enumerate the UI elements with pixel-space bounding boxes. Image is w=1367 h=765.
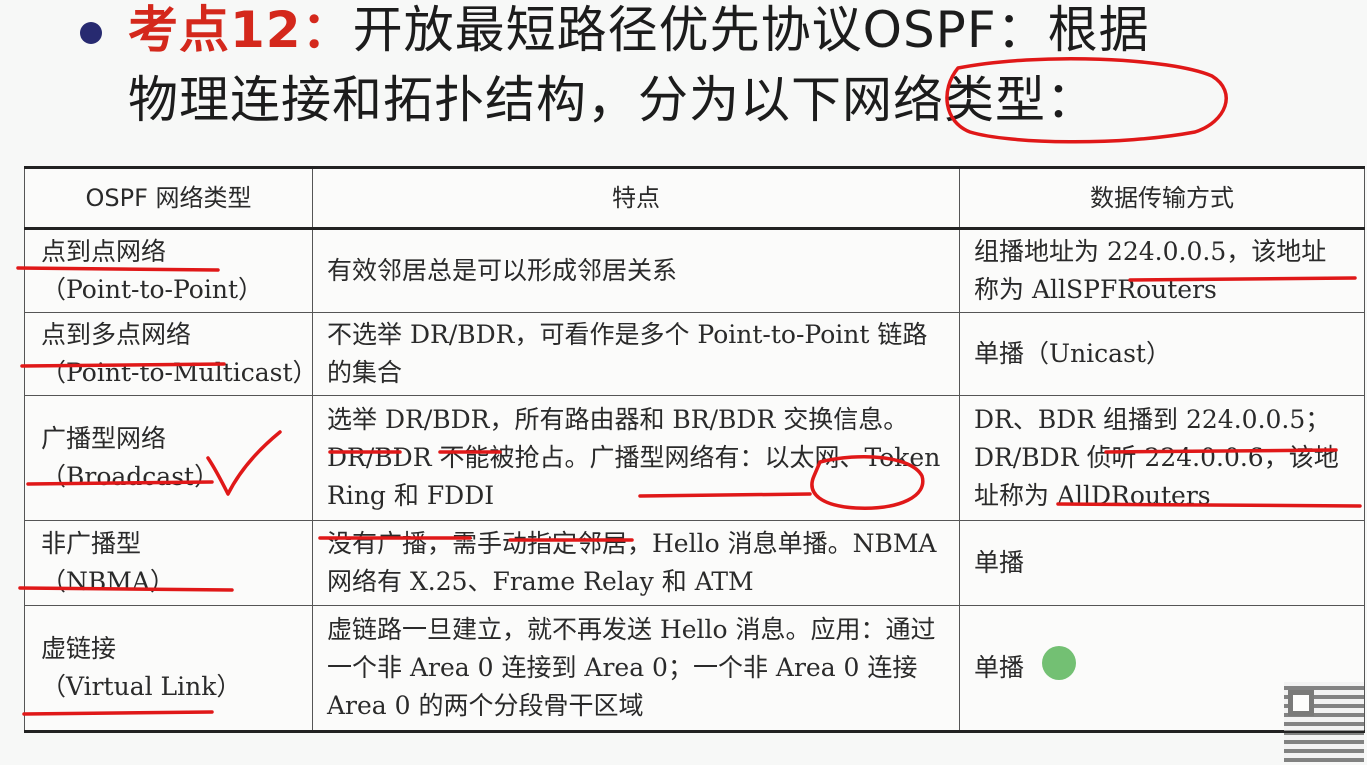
pointer-icon	[1042, 646, 1076, 680]
type-cell: 点到多点网络 （Point-to-Multicast）	[24, 312, 318, 396]
type-name-zh: 点到点网络	[41, 237, 167, 266]
feature-cell: 选举 DR/BDR，所有路由器和 BR/BDR 交换信息。DR/BDR 不能被抢…	[312, 395, 960, 521]
type-name-zh: 广播型网络	[41, 424, 167, 453]
table-row: 广播型网络 （Broadcast） 选举 DR/BDR，所有路由器和 BR/BD…	[24, 395, 1365, 521]
type-cell: 虚链接 （Virtual Link）	[24, 605, 313, 733]
type-name-en: （Point-to-Multicast）	[41, 358, 318, 387]
type-cell: 非广播型 （NBMA）	[24, 520, 313, 606]
column-header-feature: 特点	[312, 166, 960, 230]
feature-cell: 不选举 DR/BDR，可看作是多个 Point-to-Point 链路的集合	[312, 312, 960, 396]
type-cell: 广播型网络 （Broadcast）	[24, 395, 313, 521]
transmission-cell: 组播地址为 224.0.0.5，该地址称为 AllSPFRouters	[959, 228, 1365, 313]
heading-text-2: 物理连接和拓扑结构，分为以下网络类型：	[128, 71, 1097, 129]
slide-header: 考点12：开放最短路径优先协议OSPF：根据 物理连接和拓扑结构，分为以下网络类…	[0, 0, 1367, 160]
transmission-cell: 单播（Unicast）	[959, 312, 1365, 396]
table-row: 非广播型 （NBMA） 没有广播，需手动指定邻居，Hello 消息单播。NBMA…	[24, 520, 1365, 606]
qr-code-icon	[1284, 682, 1364, 762]
heading-line-2: 物理连接和拓扑结构，分为以下网络类型：	[128, 70, 1097, 130]
heading-text-1: 开放最短路径优先协议OSPF：根据	[352, 1, 1150, 59]
type-name-en: （Virtual Link）	[41, 672, 242, 701]
ospf-network-type-table: OSPF 网络类型 特点 数据传输方式 点到点网络 （Point-to-Poin…	[24, 166, 1365, 733]
type-name-en: （Broadcast）	[41, 462, 220, 491]
type-name-zh: 非广播型	[41, 529, 142, 558]
type-name-zh: 虚链接	[41, 634, 117, 663]
table-row: 点到多点网络 （Point-to-Multicast） 不选举 DR/BDR，可…	[24, 312, 1365, 396]
table-row: 点到点网络 （Point-to-Point） 有效邻居总是可以形成邻居关系 组播…	[24, 228, 1365, 313]
column-header-type: OSPF 网络类型	[24, 166, 313, 230]
type-name-en: （Point-to-Point）	[41, 275, 263, 304]
bullet-icon	[80, 22, 102, 44]
feature-cell: 有效邻居总是可以形成邻居关系	[312, 228, 960, 313]
feature-cell: 虚链路一旦建立，就不再发送 Hello 消息。应用：通过一个非 Area 0 连…	[312, 605, 960, 733]
type-name-zh: 点到多点网络	[41, 320, 192, 349]
transmission-cell: 单播	[959, 520, 1365, 606]
type-cell: 点到点网络 （Point-to-Point）	[24, 228, 313, 313]
feature-cell: 没有广播，需手动指定邻居，Hello 消息单播。NBMA 网络有 X.25、Fr…	[312, 520, 960, 606]
heading-line-1: 考点12：开放最短路径优先协议OSPF：根据	[128, 0, 1150, 60]
type-name-en: （NBMA）	[41, 567, 175, 596]
transmission-cell: DR、BDR 组播到 224.0.0.5；DR/BDR 侦听 224.0.0.6…	[959, 395, 1365, 521]
table-header-row: OSPF 网络类型 特点 数据传输方式	[24, 166, 1365, 230]
column-header-transmission: 数据传输方式	[959, 166, 1365, 230]
topic-label: 考点12：	[128, 1, 353, 59]
table-row: 虚链接 （Virtual Link） 虚链路一旦建立，就不再发送 Hello 消…	[24, 605, 1365, 733]
